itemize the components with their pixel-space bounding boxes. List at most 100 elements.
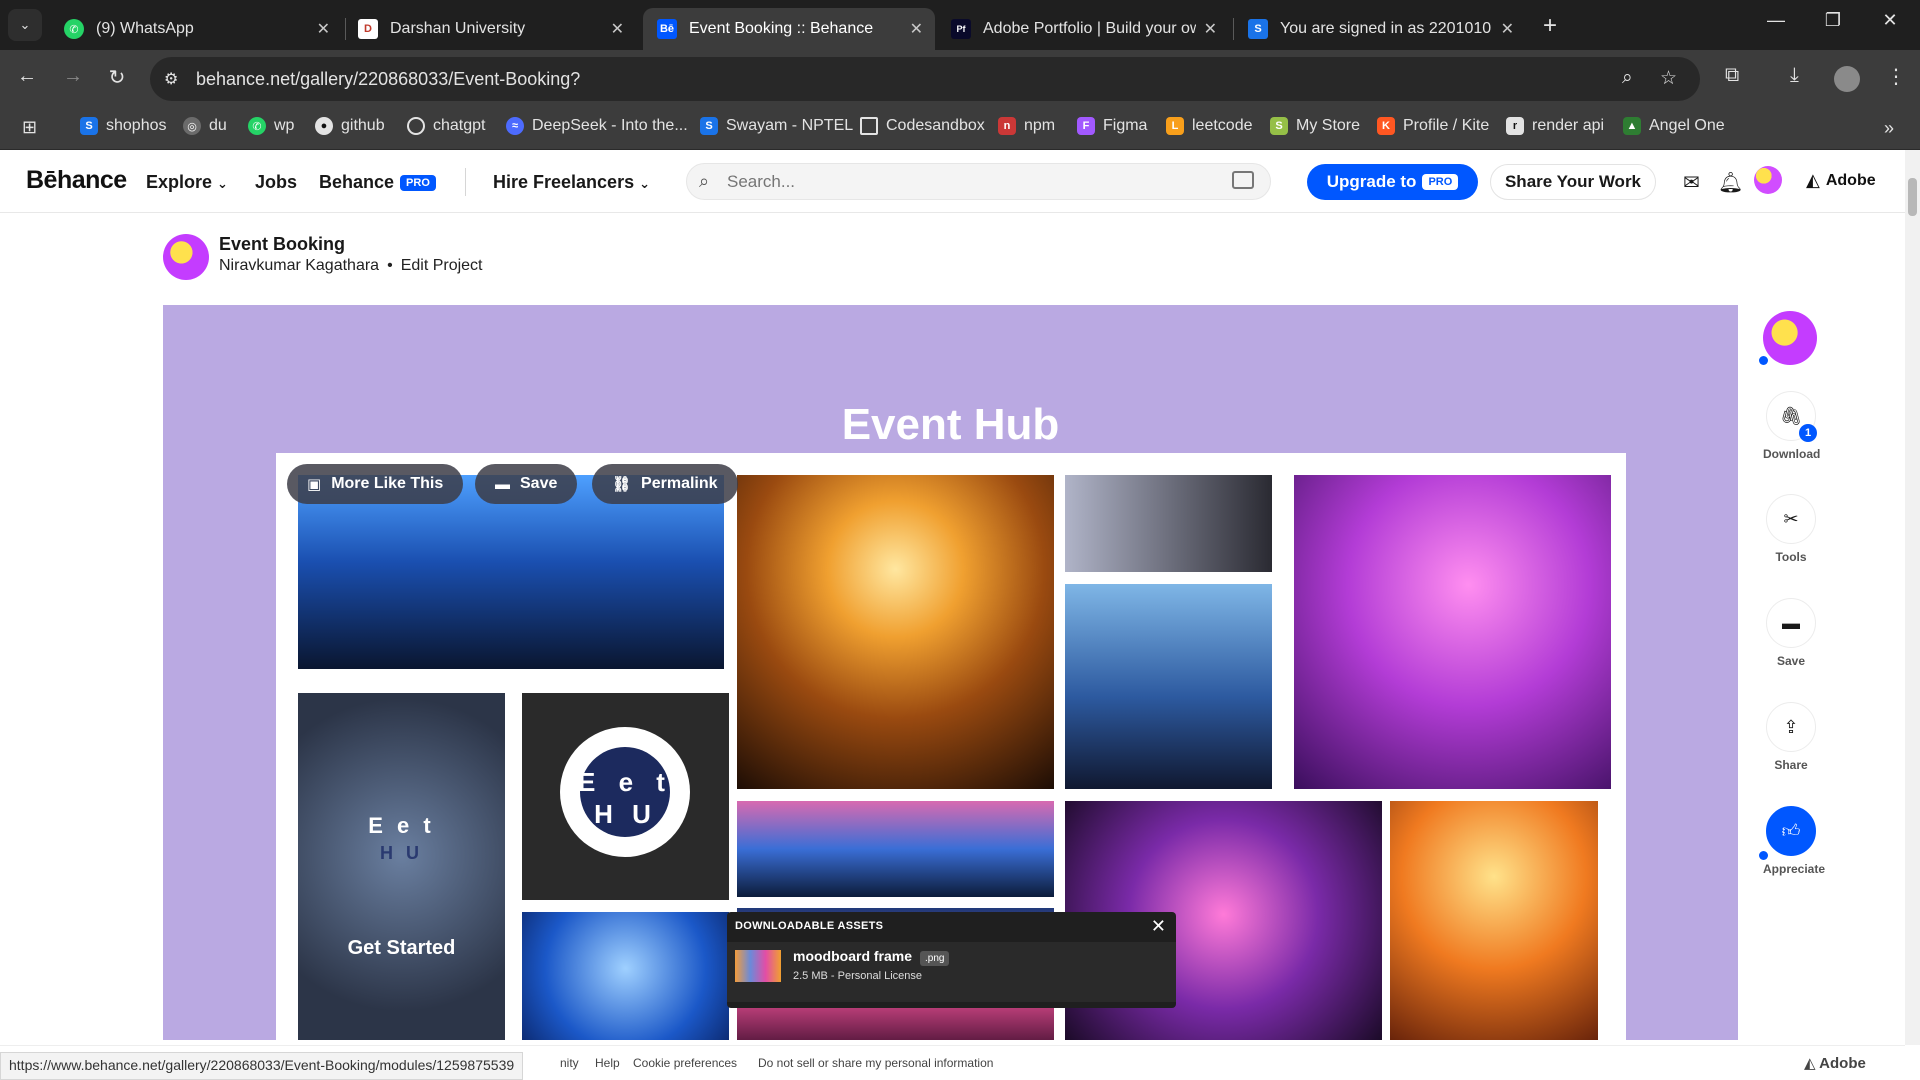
- tab-title: Darshan University: [390, 20, 526, 37]
- orange-concert-image: [1390, 801, 1598, 1040]
- edit-project-link[interactable]: Edit Project: [401, 257, 483, 274]
- nav-behance-pro[interactable]: Behance PRO: [319, 172, 436, 193]
- bookmark-github[interactable]: ● github: [315, 117, 385, 135]
- share-your-work-button[interactable]: Share Your Work: [1490, 164, 1656, 200]
- bookmark-npm[interactable]: n npm: [998, 117, 1055, 135]
- pro-badge: PRO: [1422, 174, 1459, 190]
- bookmark-kite[interactable]: K Profile / Kite: [1377, 117, 1489, 135]
- footer-help-link[interactable]: Help: [595, 1056, 620, 1070]
- forward-icon[interactable]: →: [58, 65, 88, 88]
- close-tab-icon[interactable]: ✕: [1204, 19, 1217, 39]
- event-hub-logo-image: E e t H U: [522, 693, 729, 900]
- image-search-icon[interactable]: [1232, 171, 1254, 189]
- asset-item[interactable]: moodboard frame .png 2.5 MB - Personal Li…: [727, 942, 1176, 1002]
- owner-name-link[interactable]: Niravkumar Kagathara: [219, 257, 379, 274]
- footer-adobe-link[interactable]: ◭ Adobe: [1804, 1054, 1866, 1072]
- chevron-down-icon: ⌄: [217, 176, 228, 191]
- notification-bell-icon[interactable]: 🔔︎: [1718, 170, 1743, 195]
- bookmark-figma[interactable]: F Figma: [1077, 117, 1147, 135]
- new-tab-icon[interactable]: +: [1543, 12, 1557, 40]
- bookmark-chatgpt[interactable]: chatgpt: [407, 117, 485, 135]
- back-icon[interactable]: ←: [12, 65, 42, 88]
- close-tab-icon[interactable]: ✕: [1501, 19, 1514, 39]
- tab-title: Event Booking :: Behance: [689, 20, 874, 37]
- page-scrollbar[interactable]: [1905, 150, 1920, 1045]
- mail-icon[interactable]: ✉: [1683, 170, 1700, 195]
- bookmark-du[interactable]: ◎ du: [183, 117, 227, 135]
- close-tab-icon[interactable]: ✕: [611, 19, 624, 39]
- behance-icon: Bē: [657, 19, 677, 39]
- phone-recording-image: [1065, 475, 1272, 572]
- tab-swayam[interactable]: S You are signed in as 2201010 ✕: [1234, 8, 1526, 50]
- download-icon[interactable]: ⤓: [1790, 64, 1799, 87]
- tab-darshan[interactable]: D Darshan University ✕: [344, 8, 636, 50]
- close-icon[interactable]: ✕: [1151, 916, 1166, 937]
- shopify-icon: S: [1270, 117, 1288, 135]
- close-tab-icon[interactable]: ✕: [317, 19, 330, 39]
- search-input[interactable]: [727, 169, 1187, 195]
- apps-grid-icon[interactable]: ⊞: [22, 117, 37, 138]
- save-action[interactable]: ▬ Save: [1763, 598, 1819, 668]
- thumbs-up-icon[interactable]: 👍︎: [1766, 806, 1816, 856]
- appreciate-label: Appreciate: [1763, 862, 1826, 876]
- bookmark-shophos[interactable]: Sshophos: [80, 117, 167, 135]
- upgrade-to-pro-button[interactable]: Upgrade to PRO: [1307, 164, 1478, 200]
- tools-action[interactable]: ✂ Tools: [1763, 494, 1819, 564]
- minimize-icon[interactable]: —: [1756, 10, 1796, 31]
- reload-icon[interactable]: ↻: [102, 65, 132, 90]
- bookmark-deepseek[interactable]: ≈ DeepSeek - Into the...: [506, 117, 688, 135]
- restore-icon[interactable]: ❐: [1813, 10, 1853, 31]
- browser-menu-icon[interactable]: ⋮: [1886, 64, 1906, 89]
- bookmark-star-icon[interactable]: ☆: [1660, 67, 1677, 90]
- more-like-this-button[interactable]: ▣ More Like This: [287, 464, 464, 504]
- nav-explore[interactable]: Explore ⌄: [146, 172, 228, 193]
- site-info-icon[interactable]: ⚙: [164, 69, 178, 89]
- save-image-button[interactable]: ▬ Save: [475, 464, 578, 504]
- url-text[interactable]: behance.net/gallery/220868033/Event-Book…: [196, 69, 580, 90]
- bookmark-codesandbox[interactable]: Codesandbox: [860, 117, 985, 135]
- scrollbar-thumb[interactable]: [1908, 178, 1917, 216]
- search-box[interactable]: ⌕: [686, 163, 1271, 200]
- tab-search-dropdown[interactable]: ⌄: [8, 9, 42, 41]
- bookmark-angelone[interactable]: ▲ Angel One: [1623, 117, 1725, 135]
- bookmark-leetcode[interactable]: Lleetcode: [1166, 117, 1253, 135]
- paperclip-icon[interactable]: 🖇︎ 1: [1766, 391, 1817, 442]
- more-bookmarks-icon[interactable]: »: [1884, 118, 1894, 139]
- footer-cookies-link[interactable]: Cookie preferences: [633, 1056, 737, 1070]
- bookmark-wp[interactable]: ✆ wp: [248, 117, 294, 135]
- user-avatar[interactable]: [1754, 166, 1782, 194]
- tools-icon[interactable]: ✂: [1766, 494, 1816, 544]
- folder-icon[interactable]: ▬: [1766, 598, 1816, 648]
- share-action[interactable]: ⇪ Share: [1763, 702, 1819, 772]
- browser-toolbar: ← → ↻ ⚙ behance.net/gallery/220868033/Ev…: [0, 50, 1920, 108]
- appreciate-action[interactable]: 👍︎ Appreciate: [1763, 806, 1826, 876]
- bookmark-mystore[interactable]: S My Store: [1270, 117, 1360, 135]
- footer-community-link[interactable]: nity: [560, 1056, 579, 1070]
- extensions-icon[interactable]: ⧉: [1725, 64, 1739, 87]
- profile-avatar[interactable]: [1834, 66, 1860, 92]
- festival-stage-image: [737, 475, 1054, 789]
- nav-jobs[interactable]: Jobs: [255, 172, 297, 193]
- asset-thumbnail: [735, 950, 781, 982]
- close-tab-icon[interactable]: ✕: [910, 19, 923, 39]
- adobe-link[interactable]: ◭ Adobe: [1806, 170, 1876, 191]
- tab-whatsapp[interactable]: ✆ (9) WhatsApp ✕: [50, 8, 342, 50]
- tab-behance-active[interactable]: Bē Event Booking :: Behance ✕: [643, 8, 935, 50]
- behance-logo[interactable]: Bēhance: [26, 166, 127, 195]
- bookmark-swayam[interactable]: S Swayam - NPTEL: [700, 117, 853, 135]
- asset-meta: 2.5 MB - Personal License: [793, 970, 923, 982]
- footer-donotsell-link[interactable]: Do not sell or share my personal informa…: [758, 1056, 993, 1070]
- bookmark-render[interactable]: r render api: [1506, 117, 1604, 135]
- download-action[interactable]: 🖇︎ 1 Download: [1763, 391, 1820, 461]
- get-started-image: E e t H U Get Started: [298, 693, 505, 1040]
- address-bar[interactable]: ⚙ behance.net/gallery/220868033/Event-Bo…: [150, 57, 1700, 101]
- permalink-button[interactable]: ⛓ Permalink: [592, 464, 738, 504]
- owner-avatar-sidebar[interactable]: [1763, 311, 1817, 365]
- nav-hire-freelancers[interactable]: Hire Freelancers ⌄: [493, 172, 650, 193]
- project-owner-avatar[interactable]: [163, 234, 209, 280]
- whatsapp-icon: ✆: [64, 19, 84, 39]
- zoom-icon[interactable]: ⌕: [1622, 67, 1633, 89]
- share-icon[interactable]: ⇪: [1766, 702, 1816, 752]
- close-window-icon[interactable]: ✕: [1870, 10, 1910, 31]
- tab-adobe-portfolio[interactable]: Pf Adobe Portfolio | Build your ow ✕: [937, 8, 1229, 50]
